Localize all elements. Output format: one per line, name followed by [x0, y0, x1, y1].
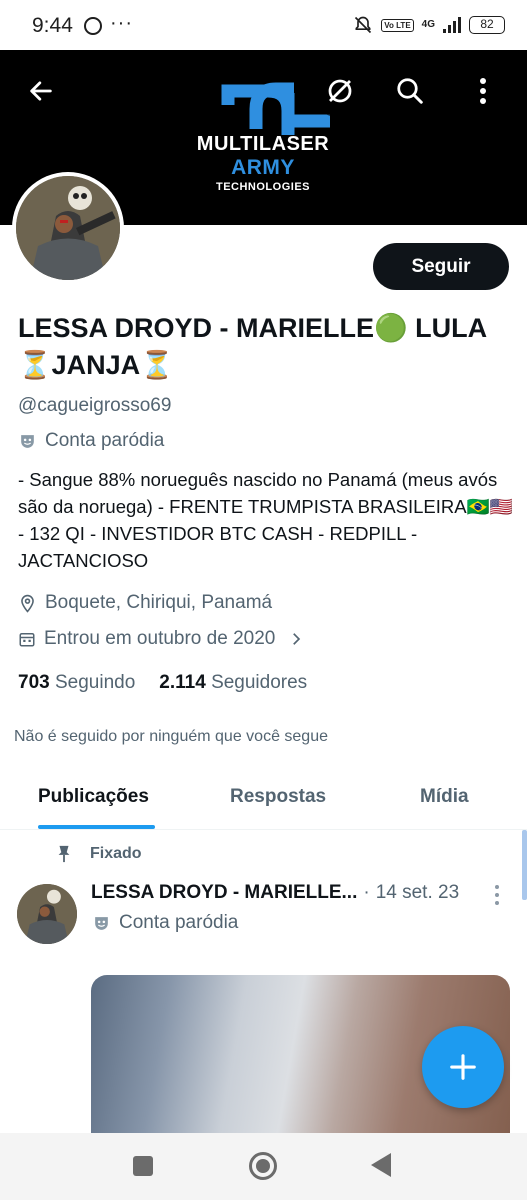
- more-options-button[interactable]: [456, 64, 510, 118]
- more-notifications-indicator: ···: [110, 12, 133, 34]
- post-author-avatar[interactable]: [17, 884, 77, 944]
- status-bar: 9:44 ··· Vo LTE 4G 82: [0, 0, 527, 50]
- search-button[interactable]: [383, 64, 437, 118]
- post-date[interactable]: 14 set. 23: [376, 882, 459, 904]
- logo-text-technologies: TECHNOLOGIES: [215, 181, 310, 193]
- post-parody-label: Conta paródia: [119, 912, 239, 933]
- plus-icon: [450, 1054, 476, 1080]
- logo-text-army: ARMY: [231, 156, 295, 179]
- tab-publicacoes[interactable]: Publicações: [38, 786, 149, 808]
- search-icon: [397, 78, 423, 104]
- profile-avatar[interactable]: [12, 172, 124, 284]
- post-header: LESSA DROYD - MARIELLE... · 14 set. 23: [91, 882, 459, 904]
- tab-respostas[interactable]: Respostas: [230, 786, 326, 808]
- parody-label-row: Conta paródia: [18, 430, 164, 452]
- scrollbar[interactable]: [522, 830, 527, 900]
- follow-counts: 703 Seguindo 2.114 Seguidores: [18, 672, 307, 694]
- home-icon[interactable]: [249, 1152, 277, 1180]
- location-row: Boquete, Chiriqui, Panamá: [18, 592, 272, 614]
- pin-icon: [58, 845, 70, 863]
- following-label: Seguindo: [54, 672, 136, 693]
- following-count: 703: [18, 672, 50, 693]
- clock: 9:44: [32, 14, 73, 37]
- not-followed-note: Não é seguido por ninguém que você segue: [14, 728, 328, 745]
- back-button[interactable]: [14, 64, 68, 118]
- whatsapp-notification-icon: [84, 17, 102, 35]
- status-icons: Vo LTE 4G 82: [353, 15, 505, 35]
- joined-text: Entrou em outubro de 2020: [44, 628, 276, 649]
- active-tab-indicator: [38, 825, 155, 829]
- explore-off-icon: [328, 79, 352, 103]
- pinned-label: Fixado: [90, 845, 142, 862]
- profile-handle: @cagueigrosso69: [18, 395, 172, 416]
- compose-post-button[interactable]: [422, 1026, 504, 1108]
- profile-display-name: LESSA DROYD - MARIELLE🟢 LULA⏳JANJA⏳: [18, 313, 488, 380]
- followers-count: 2.114: [159, 672, 206, 693]
- post-separator: ·: [363, 882, 370, 903]
- tab-midia[interactable]: Mídia: [420, 786, 469, 808]
- followers-link[interactable]: 2.114 Seguidores: [159, 672, 307, 694]
- parody-mask-icon: [21, 434, 34, 448]
- post-parody-row: Conta paródia: [92, 912, 238, 934]
- chevron-right-icon: [293, 633, 301, 645]
- post-avatar-image: [17, 884, 77, 944]
- battery-icon: 82: [469, 16, 505, 34]
- mute-bell-icon: [355, 16, 372, 34]
- avatar-image: [16, 176, 120, 280]
- calendar-icon: [19, 633, 35, 647]
- profile-bio: - Sangue 88% norueguês nascido no Panamá…: [18, 469, 513, 571]
- parody-mask-icon: [95, 916, 108, 930]
- signal-icon: [443, 17, 461, 33]
- soldier-skull-image: [16, 176, 120, 280]
- parody-label: Conta paródia: [45, 430, 165, 451]
- profile-tabs: Publicações Respostas Mídia: [0, 770, 527, 830]
- location-pin-icon: [21, 594, 34, 613]
- follow-button[interactable]: Seguir: [373, 243, 509, 290]
- back-arrow-icon: [30, 81, 52, 101]
- post-more-icon[interactable]: [494, 884, 500, 906]
- more-vertical-icon: [480, 78, 486, 104]
- recents-icon[interactable]: [133, 1156, 153, 1176]
- logo-text-multilaser: MULTILASER: [196, 133, 330, 155]
- volte-indicator: Vo LTE: [381, 18, 414, 32]
- explore-button[interactable]: [313, 64, 367, 118]
- pinned-indicator: Fixado: [56, 845, 142, 863]
- following-link[interactable]: 703 Seguindo: [18, 672, 135, 694]
- post-author-name[interactable]: LESSA DROYD - MARIELLE...: [91, 882, 357, 904]
- system-navigation-bar: [0, 1133, 527, 1200]
- followers-label: Seguidores: [211, 672, 308, 693]
- network-type: 4G: [421, 19, 435, 30]
- back-triangle-icon[interactable]: [371, 1153, 391, 1177]
- location-text: Boquete, Chiriqui, Panamá: [45, 592, 273, 613]
- joined-row[interactable]: Entrou em outubro de 2020: [18, 628, 305, 650]
